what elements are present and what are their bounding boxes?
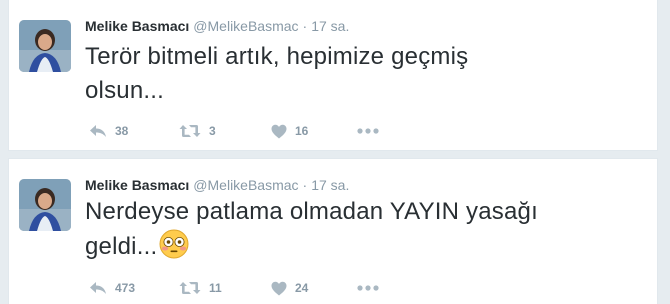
- heart-icon: [271, 124, 287, 138]
- heart-icon: [271, 281, 287, 295]
- author-username[interactable]: @MelikeBasmac: [193, 18, 298, 34]
- avatar[interactable]: [19, 179, 71, 231]
- retweet-count: 11: [209, 281, 222, 295]
- reply-button[interactable]: 473: [89, 275, 135, 301]
- author-name[interactable]: Melike Basmacı: [85, 18, 189, 34]
- tweet-timestamp[interactable]: 17 sa.: [311, 177, 349, 193]
- more-button[interactable]: [357, 275, 379, 301]
- tweet-timestamp[interactable]: 17 sa.: [311, 18, 349, 34]
- author-username[interactable]: @MelikeBasmac: [193, 177, 298, 193]
- author-name[interactable]: Melike Basmacı: [85, 177, 189, 193]
- separator-dot: ·: [302, 18, 308, 34]
- tweet-header: Melike Basmacı @MelikeBasmac · 17 sa.: [85, 176, 349, 194]
- tweet-text: Terör bitmeli artık, hepimize geçmiş ols…: [85, 40, 605, 108]
- retweet-count: 3: [209, 124, 216, 138]
- reply-count: 38: [115, 124, 129, 138]
- like-button[interactable]: 16: [271, 118, 308, 144]
- more-icon: [357, 285, 379, 291]
- like-count: 24: [295, 281, 309, 295]
- tweet[interactable]: Melike Basmacı @MelikeBasmac · 17 sa. Terör…: [8, 0, 658, 151]
- retweet-button[interactable]: 11: [179, 275, 222, 301]
- reply-icon: [90, 125, 106, 137]
- separator-dot: ·: [302, 177, 308, 193]
- tweet-text-line: Nerdeyse patlama olmadan YAYIN yasağı: [85, 198, 538, 225]
- like-button[interactable]: 24: [271, 275, 308, 301]
- tweet-text: Nerdeyse patlama olmadan YAYIN yasağı ge…: [85, 195, 605, 264]
- tweet-header: Melike Basmacı @MelikeBasmac · 17 sa.: [85, 17, 349, 35]
- retweet-icon: [179, 282, 201, 294]
- flushed-face-emoji: [159, 229, 189, 259]
- more-button[interactable]: [357, 118, 379, 144]
- tweet-actions: 473 11 24: [89, 275, 509, 301]
- more-icon: [357, 128, 379, 134]
- tweet[interactable]: Melike Basmacı @MelikeBasmac · 17 sa. Nerde…: [8, 158, 658, 304]
- reply-button[interactable]: 38: [89, 118, 128, 144]
- avatar[interactable]: [19, 20, 71, 72]
- tweet-text-segment: geldi...: [85, 233, 158, 260]
- tweet-actions: 38 3 16: [89, 118, 509, 144]
- tweet-text-line-with-emoji: geldi...: [85, 229, 605, 264]
- tweet-text-line: olsun...: [85, 77, 164, 104]
- retweet-button[interactable]: 3: [179, 118, 216, 144]
- reply-count: 473: [115, 281, 136, 295]
- avatar-image: [19, 179, 71, 231]
- avatar-image: [19, 20, 71, 72]
- reply-icon: [90, 282, 106, 294]
- like-count: 16: [295, 124, 309, 138]
- timeline: Melike Basmacı @MelikeBasmac · 17 sa. Terör…: [0, 0, 670, 304]
- tweet-text-line: Terör bitmeli artık, hepimize geçmiş: [85, 43, 469, 70]
- retweet-icon: [179, 125, 201, 137]
